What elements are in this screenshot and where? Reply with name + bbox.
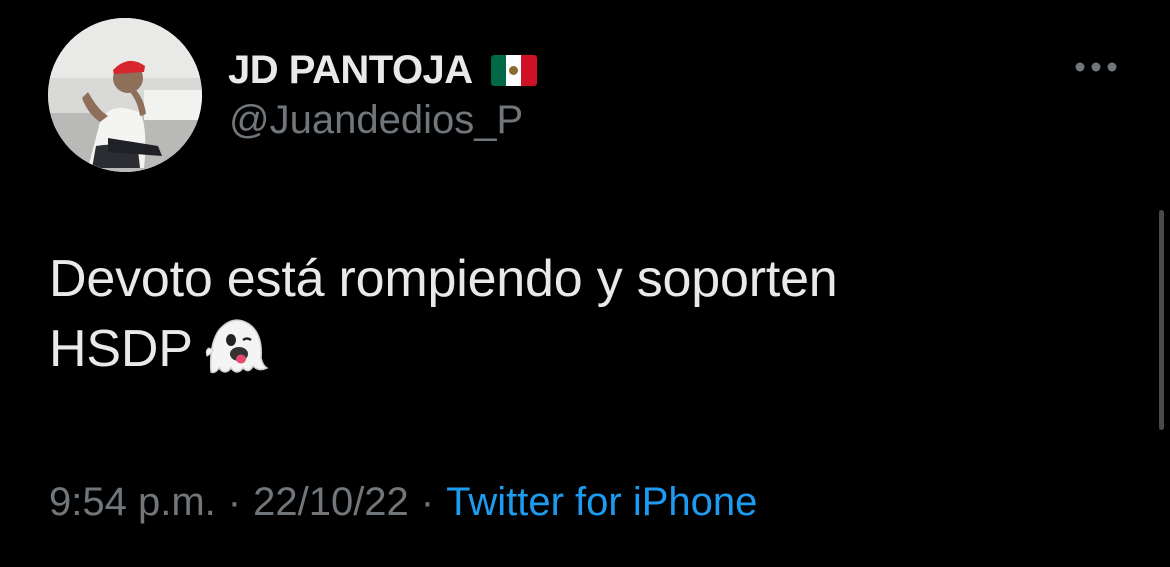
tweet-date[interactable]: 22/10/22 bbox=[253, 480, 409, 525]
separator: · bbox=[420, 480, 435, 524]
mexico-flag-icon bbox=[490, 54, 537, 86]
scrollbar[interactable] bbox=[1159, 210, 1164, 430]
ghost-emoji-icon bbox=[205, 319, 269, 374]
more-horizontal-icon bbox=[1075, 62, 1117, 72]
separator: · bbox=[227, 480, 242, 524]
tweet-text-line-1: Devoto está rompiendo y soporten bbox=[49, 250, 838, 308]
tweet-text-line-2: HSDP bbox=[49, 314, 1129, 384]
display-name[interactable]: JD PANTOJA bbox=[228, 48, 473, 93]
more-options-button[interactable] bbox=[1068, 50, 1124, 84]
avatar-photo bbox=[48, 18, 202, 172]
tweet-time[interactable]: 9:54 p.m. bbox=[49, 480, 216, 525]
avatar[interactable] bbox=[48, 18, 202, 172]
author-name-row: JD PANTOJA bbox=[228, 42, 537, 98]
tweet-hashtag-text: HSDP bbox=[49, 320, 193, 378]
tweet-text: Devoto está rompiendo y soporten HSDP bbox=[49, 244, 1129, 384]
tweet-meta: 9:54 p.m. · 22/10/22 · Twitter for iPhon… bbox=[49, 480, 757, 525]
user-handle[interactable]: @Juandedios_P bbox=[229, 98, 523, 143]
tweet-source-link[interactable]: Twitter for iPhone bbox=[446, 480, 757, 525]
